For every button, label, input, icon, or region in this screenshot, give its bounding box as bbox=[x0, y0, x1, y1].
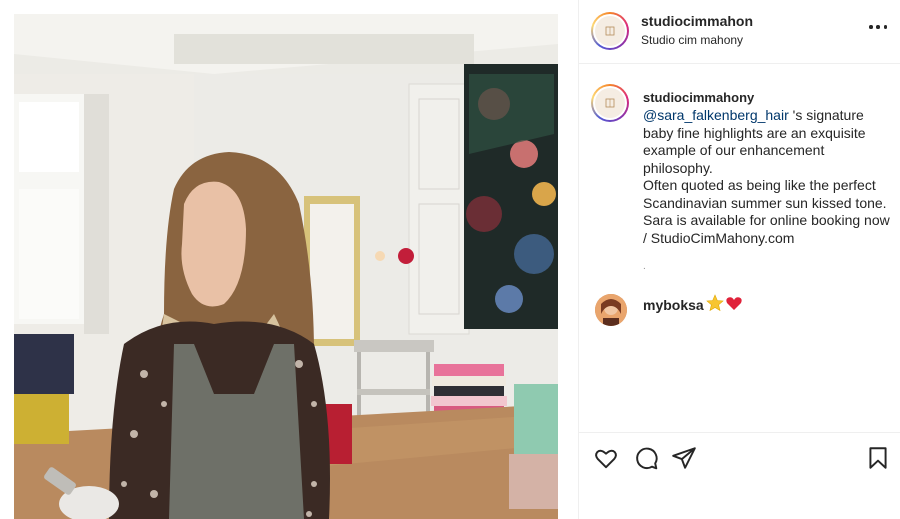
star-heart-emoji-icon bbox=[706, 294, 742, 312]
commenter-avatar[interactable] bbox=[595, 294, 627, 326]
post-location[interactable]: Studio cim mahony bbox=[641, 33, 743, 47]
studio-logo-icon bbox=[595, 88, 625, 118]
caption-line: philosophy. bbox=[643, 159, 713, 176]
caption-line: Often quoted as being like the perfect bbox=[643, 177, 876, 193]
caption-line: 's signature bbox=[788, 107, 864, 123]
caption-line: example of our enhancement bbox=[643, 142, 825, 158]
salon-photo-illustration bbox=[14, 14, 558, 519]
post-author-username[interactable]: studiocimmahon bbox=[641, 13, 753, 29]
studio-logo-icon bbox=[595, 16, 625, 46]
caption-line: / StudioCimMahony.com bbox=[643, 229, 795, 246]
comment-row: myboksa bbox=[579, 292, 900, 332]
crest-icon bbox=[605, 98, 615, 108]
comment-text bbox=[706, 294, 746, 316]
profile-avatar[interactable] bbox=[591, 12, 629, 50]
action-bar bbox=[579, 432, 900, 480]
caption-avatar[interactable] bbox=[591, 84, 629, 122]
mention-link[interactable]: @sara_falkenberg_hair bbox=[643, 107, 789, 123]
post-photo[interactable] bbox=[14, 14, 558, 519]
paper-plane-icon[interactable] bbox=[671, 445, 697, 471]
post-header: studiocimmahon Studio cim mahony bbox=[579, 0, 900, 64]
caption-text: @sara_falkenberg_hair 's signature baby … bbox=[643, 107, 897, 247]
post-details-pane: studiocimmahon Studio cim mahony studioc… bbox=[578, 0, 900, 519]
crest-icon bbox=[605, 26, 615, 36]
more-horizontal-icon[interactable] bbox=[869, 24, 887, 30]
bookmark-icon[interactable] bbox=[865, 445, 891, 471]
caption-line: baby fine highlights are an exquisite bbox=[643, 124, 866, 141]
caption-username[interactable]: studiocimmahony bbox=[643, 90, 754, 105]
person-avatar-icon bbox=[595, 294, 627, 326]
media-pane bbox=[0, 0, 578, 519]
heart-icon[interactable] bbox=[593, 445, 619, 471]
caption-line: Sara is available for online booking now bbox=[643, 212, 890, 228]
comment-username[interactable]: myboksa bbox=[643, 297, 704, 313]
caption-line: Scandinavian summer sun kissed tone. bbox=[643, 194, 887, 211]
caption-separator: . bbox=[643, 261, 646, 272]
comment-icon[interactable] bbox=[633, 445, 659, 471]
